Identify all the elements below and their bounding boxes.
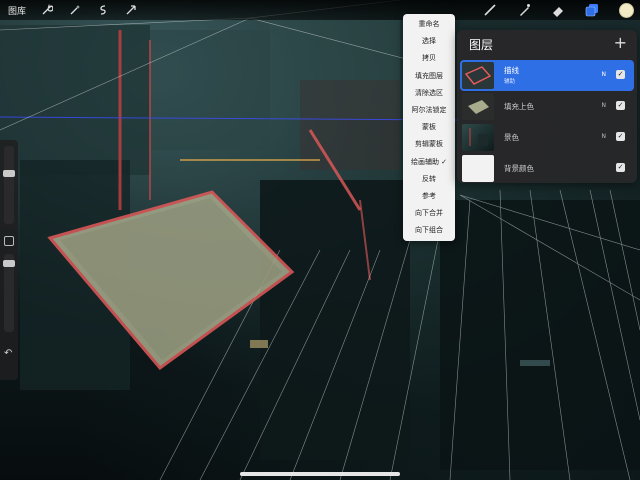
gallery-button[interactable]: 图库	[8, 4, 26, 17]
blend-mode-button[interactable]: N	[602, 133, 607, 140]
layers-panel: 图层 + 描线 辅助 N ✓ 填充上色 N ✓ 景色 N ✓ 背景颜色 ✓	[457, 30, 637, 183]
layer-thumbnail	[462, 124, 494, 151]
left-sidebar: ↶	[0, 140, 18, 380]
layers-panel-title: 图层	[469, 38, 494, 52]
opacity-handle[interactable]	[3, 260, 15, 267]
blend-mode-button[interactable]: N	[602, 71, 607, 78]
layer-subtitle: 辅助	[504, 79, 516, 85]
layer-name: 描线	[504, 66, 519, 75]
layer-row[interactable]: 填充上色 N ✓	[460, 91, 634, 122]
toolbar-right	[482, 2, 634, 18]
layer-options-menu: 重命名 选择 拷贝 填充图层 清除选区 阿尔法锁定 蒙板 剪辑蒙板 绘画辅助 ✓…	[403, 14, 455, 242]
menu-item-fill-layer[interactable]: 填充图层	[403, 68, 455, 85]
add-layer-button[interactable]: +	[614, 33, 627, 52]
layer-name: 填充上色	[504, 102, 534, 111]
menu-item-reference[interactable]: 参考	[403, 188, 455, 205]
menu-item-clipping-mask[interactable]: 剪辑蒙板	[403, 136, 455, 153]
layer-visibility-checkbox[interactable]: ✓	[616, 163, 625, 172]
magic-wand-icon[interactable]	[68, 3, 82, 17]
layer-thumbnail	[462, 62, 494, 89]
current-color-swatch	[618, 2, 634, 18]
menu-item-select[interactable]: 选择	[403, 33, 455, 50]
menu-item-clear[interactable]: 清除选区	[403, 85, 455, 102]
top-toolbar: 图库	[0, 0, 640, 20]
layer-row[interactable]: 景色 N ✓	[460, 122, 634, 153]
layer-thumbnail	[462, 93, 494, 120]
modify-button[interactable]	[4, 236, 14, 246]
undo-icon[interactable]: ↶	[4, 348, 12, 359]
menu-item-mask[interactable]: 蒙板	[403, 119, 455, 136]
layer-visibility-checkbox[interactable]: ✓	[616, 132, 625, 141]
wrench-icon[interactable]	[40, 3, 54, 17]
blend-mode-button[interactable]: N	[602, 102, 607, 109]
layer-visibility-checkbox[interactable]: ✓	[616, 101, 625, 110]
menu-item-copy[interactable]: 拷贝	[403, 50, 455, 67]
brush-icon[interactable]	[482, 2, 498, 18]
menu-item-merge-down[interactable]: 向下合并	[403, 205, 455, 222]
layer-name: 背景颜色	[504, 164, 534, 173]
layer-visibility-checkbox[interactable]: ✓	[616, 70, 625, 79]
layer-name: 景色	[504, 133, 519, 142]
brush-size-slider[interactable]	[4, 146, 14, 224]
layer-row[interactable]: 背景颜色 ✓	[460, 153, 634, 184]
layer-row[interactable]: 描线 辅助 N ✓	[460, 60, 634, 91]
selection-icon[interactable]	[96, 3, 110, 17]
menu-item-drawing-assist[interactable]: 绘画辅助 ✓	[403, 154, 455, 171]
menu-item-rename[interactable]: 重命名	[403, 16, 455, 33]
menu-item-invert[interactable]: 反转	[403, 171, 455, 188]
eraser-icon[interactable]	[550, 2, 566, 18]
smudge-icon[interactable]	[516, 2, 532, 18]
layer-thumbnail	[462, 155, 494, 182]
color-picker-button[interactable]	[618, 2, 634, 18]
layers-icon[interactable]	[584, 2, 600, 18]
menu-item-alpha-lock[interactable]: 阿尔法锁定	[403, 102, 455, 119]
home-indicator[interactable]	[240, 472, 400, 476]
brush-size-handle[interactable]	[3, 170, 15, 177]
transform-icon[interactable]	[124, 3, 138, 17]
menu-item-combine-down[interactable]: 向下组合	[403, 222, 455, 239]
